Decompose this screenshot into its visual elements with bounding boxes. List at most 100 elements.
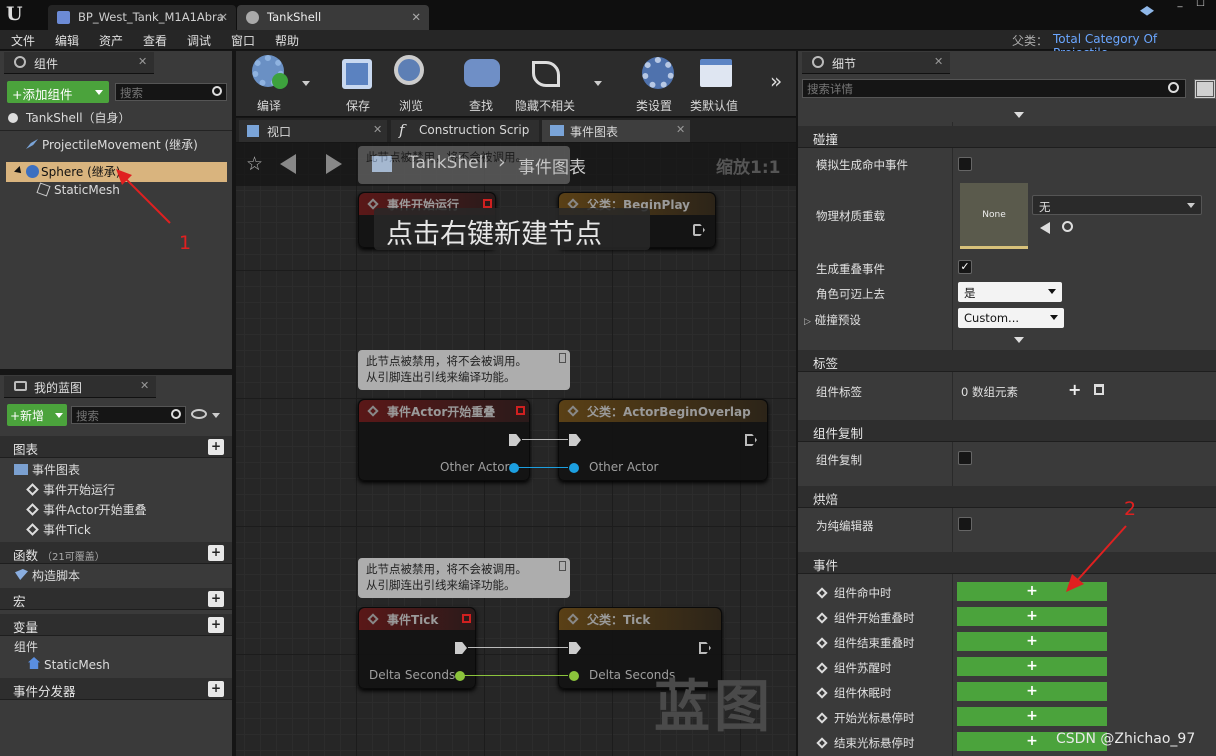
menu-edit[interactable]: 编辑: [55, 32, 79, 49]
component-item-projectile-movement[interactable]: ProjectileMovement (继承): [0, 135, 232, 155]
close-icon[interactable]: ✕: [218, 5, 228, 30]
add-event-button[interactable]: +: [957, 632, 1107, 651]
forward-arrow-icon[interactable]: [326, 154, 342, 174]
my-blueprint-tab[interactable]: 我的蓝图 ✕: [4, 376, 156, 398]
menu-file[interactable]: 文件: [11, 32, 35, 49]
components-tab[interactable]: 组件 ✕: [4, 52, 154, 74]
add-new-button[interactable]: +新增: [7, 404, 67, 426]
data-in-pin[interactable]: [569, 463, 579, 473]
tab-construction-script[interactable]: f Construction Scrip: [391, 120, 539, 142]
menu-window[interactable]: 窗口: [231, 32, 255, 49]
collision-preset-label[interactable]: ▷ 碰撞预设: [804, 312, 861, 328]
details-tab[interactable]: 细节 ✕: [802, 52, 950, 74]
tab-tankshell[interactable]: TankShell ✕: [237, 5, 429, 30]
menu-debug[interactable]: 调试: [187, 32, 211, 49]
add-event-button[interactable]: +: [957, 657, 1107, 676]
data-out-pin[interactable]: [455, 671, 465, 681]
collision-preset-dropdown[interactable]: Custom...: [958, 308, 1064, 328]
expand-arrow-icon[interactable]: ▷: [804, 317, 811, 327]
disabled-comment-top[interactable]: 此节点被禁用，将不会被调用。: [358, 146, 570, 184]
variables-components-group[interactable]: 组件: [0, 637, 232, 657]
event-item-tick[interactable]: 事件Tick: [0, 520, 232, 540]
can-step-up-dropdown[interactable]: 是: [958, 282, 1062, 302]
add-graph-icon[interactable]: +: [208, 439, 224, 455]
event-item-begin-play[interactable]: 事件开始运行: [0, 480, 232, 500]
section-collision[interactable]: 碰撞: [798, 126, 1216, 148]
hide-unrelated-dropdown-icon[interactable]: [594, 81, 602, 86]
expand-arrow-icon[interactable]: [14, 166, 24, 176]
component-item-self[interactable]: TankShell（自身）: [0, 108, 232, 128]
minimize-button[interactable]: _: [1168, 0, 1192, 10]
close-icon[interactable]: ✕: [373, 123, 382, 136]
section-replication[interactable]: 组件复制: [798, 420, 1216, 442]
component-replicates-checkbox[interactable]: [958, 451, 972, 465]
eye-icon[interactable]: [191, 409, 207, 419]
class-defaults-button[interactable]: 类默认值: [688, 53, 744, 113]
data-in-pin[interactable]: [569, 671, 579, 681]
close-icon[interactable]: ✕: [934, 55, 943, 68]
section-dispatchers[interactable]: 事件分发器: [0, 678, 232, 700]
view-options-arrow-icon[interactable]: [212, 413, 220, 418]
sim-hit-checkbox[interactable]: [958, 157, 972, 171]
exec-out-pin[interactable]: [699, 642, 711, 654]
add-tag-icon[interactable]: +: [1068, 380, 1081, 399]
node-event-actor-overlap[interactable]: 事件Actor开始重叠 Other Actor: [358, 399, 530, 481]
event-item-actor-overlap[interactable]: 事件Actor开始重叠: [0, 500, 232, 520]
menu-help[interactable]: 帮助: [275, 32, 299, 49]
toolbar-more-button[interactable]: »: [770, 69, 782, 93]
add-variable-icon[interactable]: +: [208, 617, 224, 633]
section-tags[interactable]: 标签: [798, 350, 1216, 372]
disabled-comment-overlap[interactable]: 此节点被禁用，将不会被调用。 从引脚连出引线来编译功能。: [358, 350, 570, 390]
component-search-input[interactable]: 搜索: [115, 83, 227, 101]
section-graphs[interactable]: 图表: [0, 436, 232, 458]
exec-out-pin[interactable]: [745, 434, 757, 446]
section-macros[interactable]: 宏: [0, 588, 232, 610]
details-search-input[interactable]: 搜索详情: [802, 79, 1186, 98]
construction-script-item[interactable]: 构造脚本: [0, 566, 232, 586]
blueprint-search-input[interactable]: 搜索: [71, 406, 186, 424]
class-settings-button[interactable]: 类设置: [632, 53, 682, 113]
exec-out-pin[interactable]: [509, 434, 521, 446]
close-icon[interactable]: ✕: [676, 123, 685, 136]
star-icon[interactable]: ☆: [246, 154, 266, 174]
expand-down-arrow-icon[interactable]: [1014, 337, 1024, 343]
close-icon[interactable]: ✕: [138, 55, 147, 68]
save-button[interactable]: 保存: [334, 53, 382, 113]
browse-button[interactable]: 浏览: [388, 53, 436, 113]
add-dispatcher-icon[interactable]: +: [208, 681, 224, 697]
gen-overlap-checkbox[interactable]: ✓: [958, 260, 972, 274]
tab-event-graph[interactable]: 事件图表 ✕: [542, 120, 690, 142]
add-event-button[interactable]: +: [957, 707, 1107, 726]
property-matrix-icon[interactable]: [1194, 79, 1216, 99]
browse-search-icon[interactable]: [1062, 221, 1073, 232]
compile-dropdown-icon[interactable]: [302, 81, 310, 86]
variable-item-static-mesh[interactable]: StaticMesh: [0, 656, 232, 676]
exec-in-pin[interactable]: [569, 642, 581, 654]
back-arrow-icon[interactable]: [280, 154, 296, 174]
event-graph-item[interactable]: 事件图表: [0, 460, 232, 480]
node-event-tick[interactable]: 事件Tick Delta Seconds: [358, 607, 476, 689]
collapse-up-arrow-icon[interactable]: [1014, 112, 1024, 118]
exec-out-pin[interactable]: [455, 642, 467, 654]
tab-viewport[interactable]: 视口 ✕: [239, 120, 387, 142]
add-macro-icon[interactable]: +: [208, 591, 224, 607]
section-functions[interactable]: 函数 （21可覆盖）: [0, 542, 232, 564]
section-cooking[interactable]: 烘焙: [798, 486, 1216, 508]
hide-unrelated-button[interactable]: 隐藏不相关: [512, 53, 602, 113]
phys-material-dropdown[interactable]: 无: [1032, 195, 1202, 215]
section-events[interactable]: 事件: [798, 552, 1216, 574]
section-variables[interactable]: 变量: [0, 614, 232, 636]
data-out-pin[interactable]: [509, 463, 519, 473]
add-component-button[interactable]: +添加组件: [7, 81, 109, 103]
add-event-button[interactable]: +: [957, 682, 1107, 701]
close-icon[interactable]: ✕: [140, 379, 149, 392]
menu-view[interactable]: 查看: [143, 32, 167, 49]
disabled-comment-tick[interactable]: 此节点被禁用，将不会被调用。 从引脚连出引线来编译功能。: [358, 558, 570, 598]
learn-icon[interactable]: [1140, 6, 1154, 16]
node-parent-actor-begin-overlap[interactable]: 父类：ActorBeginOverlap Other Actor: [558, 399, 768, 481]
use-selected-arrow-icon[interactable]: [1040, 222, 1050, 234]
editor-only-checkbox[interactable]: [958, 517, 972, 531]
close-icon[interactable]: ✕: [411, 5, 421, 30]
find-button[interactable]: 查找: [458, 53, 506, 113]
compile-button[interactable]: 编译: [242, 53, 310, 113]
